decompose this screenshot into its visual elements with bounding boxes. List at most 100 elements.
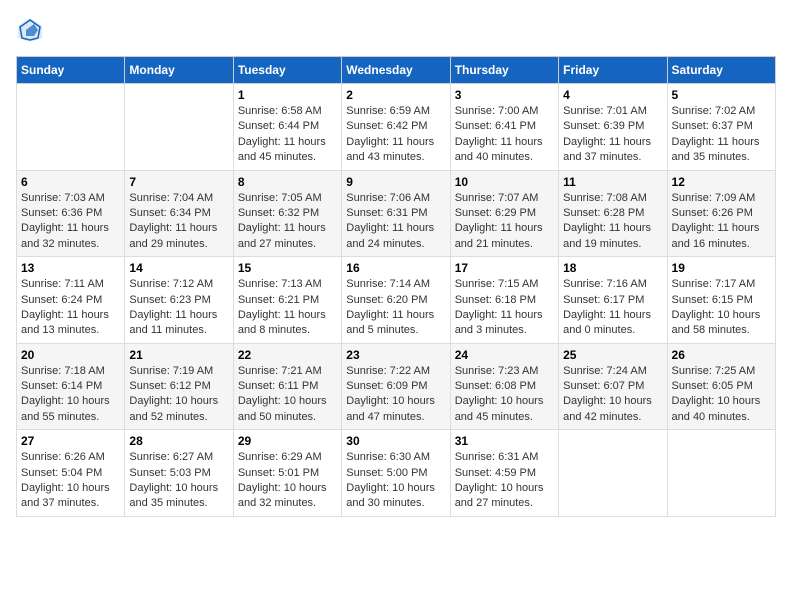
- day-number: 30: [346, 434, 445, 448]
- calendar-cell: 30 Sunrise: 6:30 AM Sunset: 5:00 PM Dayli…: [342, 430, 450, 517]
- weekday-header-tuesday: Tuesday: [233, 57, 341, 84]
- day-number: 9: [346, 175, 445, 189]
- weekday-header-friday: Friday: [559, 57, 667, 84]
- calendar-cell: [17, 84, 125, 171]
- page-header: [16, 16, 776, 44]
- day-number: 11: [563, 175, 662, 189]
- day-info: Sunrise: 7:04 AM Sunset: 6:34 PM Dayligh…: [129, 191, 228, 253]
- day-number: 8: [238, 175, 337, 189]
- day-info: Sunrise: 7:17 AM Sunset: 6:15 PM Dayligh…: [672, 277, 771, 339]
- day-info: Sunrise: 7:18 AM Sunset: 6:14 PM Dayligh…: [21, 364, 120, 426]
- calendar-cell: 21 Sunrise: 7:19 AM Sunset: 6:12 PM Dayli…: [125, 343, 233, 430]
- calendar-cell: [559, 430, 667, 517]
- day-number: 22: [238, 348, 337, 362]
- calendar-cell: [667, 430, 775, 517]
- weekday-header-monday: Monday: [125, 57, 233, 84]
- day-info: Sunrise: 7:21 AM Sunset: 6:11 PM Dayligh…: [238, 364, 337, 426]
- day-number: 14: [129, 261, 228, 275]
- day-info: Sunrise: 6:58 AM Sunset: 6:44 PM Dayligh…: [238, 104, 337, 166]
- day-info: Sunrise: 7:13 AM Sunset: 6:21 PM Dayligh…: [238, 277, 337, 339]
- day-number: 3: [455, 88, 554, 102]
- calendar-week-row: 27 Sunrise: 6:26 AM Sunset: 5:04 PM Dayli…: [17, 430, 776, 517]
- day-number: 31: [455, 434, 554, 448]
- calendar-cell: 23 Sunrise: 7:22 AM Sunset: 6:09 PM Dayli…: [342, 343, 450, 430]
- calendar-cell: 15 Sunrise: 7:13 AM Sunset: 6:21 PM Dayli…: [233, 257, 341, 344]
- day-info: Sunrise: 7:22 AM Sunset: 6:09 PM Dayligh…: [346, 364, 445, 426]
- calendar-cell: 13Sunrise: 7:11 AM Sunset: 6:24 PM Dayli…: [17, 257, 125, 344]
- calendar-cell: 29 Sunrise: 6:29 AM Sunset: 5:01 PM Dayli…: [233, 430, 341, 517]
- calendar-week-row: 13Sunrise: 7:11 AM Sunset: 6:24 PM Dayli…: [17, 257, 776, 344]
- day-info: Sunrise: 7:08 AM Sunset: 6:28 PM Dayligh…: [563, 191, 662, 253]
- day-number: 7: [129, 175, 228, 189]
- logo: [16, 16, 48, 44]
- day-info: Sunrise: 7:15 AM Sunset: 6:18 PM Dayligh…: [455, 277, 554, 339]
- calendar-cell: 6 Sunrise: 7:03 AM Sunset: 6:36 PM Daylig…: [17, 170, 125, 257]
- calendar-cell: 10 Sunrise: 7:07 AM Sunset: 6:29 PM Dayli…: [450, 170, 558, 257]
- day-number: 4: [563, 88, 662, 102]
- weekday-header-thursday: Thursday: [450, 57, 558, 84]
- day-number: 28: [129, 434, 228, 448]
- calendar-cell: 17 Sunrise: 7:15 AM Sunset: 6:18 PM Dayli…: [450, 257, 558, 344]
- day-info: Sunrise: 7:25 AM Sunset: 6:05 PM Dayligh…: [672, 364, 771, 426]
- day-info: Sunrise: 7:14 AM Sunset: 6:20 PM Dayligh…: [346, 277, 445, 339]
- day-info: Sunrise: 6:26 AM Sunset: 5:04 PM Dayligh…: [21, 450, 120, 512]
- calendar-cell: 26 Sunrise: 7:25 AM Sunset: 6:05 PM Dayli…: [667, 343, 775, 430]
- day-number: 26: [672, 348, 771, 362]
- day-info: Sunrise: 7:06 AM Sunset: 6:31 PM Dayligh…: [346, 191, 445, 253]
- calendar-cell: [125, 84, 233, 171]
- calendar-body: 1 Sunrise: 6:58 AM Sunset: 6:44 PM Daylig…: [17, 84, 776, 517]
- weekday-header-sunday: Sunday: [17, 57, 125, 84]
- day-number: 17: [455, 261, 554, 275]
- day-number: 20: [21, 348, 120, 362]
- calendar-week-row: 20 Sunrise: 7:18 AM Sunset: 6:14 PM Dayli…: [17, 343, 776, 430]
- day-number: 1: [238, 88, 337, 102]
- day-number: 15: [238, 261, 337, 275]
- day-info: Sunrise: 7:12 AM Sunset: 6:23 PM Dayligh…: [129, 277, 228, 339]
- day-info: Sunrise: 7:23 AM Sunset: 6:08 PM Dayligh…: [455, 364, 554, 426]
- day-info: Sunrise: 7:01 AM Sunset: 6:39 PM Dayligh…: [563, 104, 662, 166]
- day-info: Sunrise: 6:59 AM Sunset: 6:42 PM Dayligh…: [346, 104, 445, 166]
- day-number: 27: [21, 434, 120, 448]
- day-info: Sunrise: 6:29 AM Sunset: 5:01 PM Dayligh…: [238, 450, 337, 512]
- day-info: Sunrise: 7:09 AM Sunset: 6:26 PM Dayligh…: [672, 191, 771, 253]
- day-info: Sunrise: 7:00 AM Sunset: 6:41 PM Dayligh…: [455, 104, 554, 166]
- calendar-cell: 12 Sunrise: 7:09 AM Sunset: 6:26 PM Dayli…: [667, 170, 775, 257]
- calendar-cell: 27 Sunrise: 6:26 AM Sunset: 5:04 PM Dayli…: [17, 430, 125, 517]
- day-info: Sunrise: 7:07 AM Sunset: 6:29 PM Dayligh…: [455, 191, 554, 253]
- calendar-cell: 3 Sunrise: 7:00 AM Sunset: 6:41 PM Daylig…: [450, 84, 558, 171]
- calendar-week-row: 6 Sunrise: 7:03 AM Sunset: 6:36 PM Daylig…: [17, 170, 776, 257]
- weekday-row: SundayMondayTuesdayWednesdayThursdayFrid…: [17, 57, 776, 84]
- day-number: 21: [129, 348, 228, 362]
- day-info: Sunrise: 7:03 AM Sunset: 6:36 PM Dayligh…: [21, 191, 120, 253]
- calendar-cell: 20 Sunrise: 7:18 AM Sunset: 6:14 PM Dayli…: [17, 343, 125, 430]
- calendar-cell: 4 Sunrise: 7:01 AM Sunset: 6:39 PM Daylig…: [559, 84, 667, 171]
- day-number: 23: [346, 348, 445, 362]
- day-number: 24: [455, 348, 554, 362]
- calendar-cell: 14 Sunrise: 7:12 AM Sunset: 6:23 PM Dayli…: [125, 257, 233, 344]
- day-number: 16: [346, 261, 445, 275]
- logo-icon: [16, 16, 44, 44]
- day-number: 25: [563, 348, 662, 362]
- calendar-header: SundayMondayTuesdayWednesdayThursdayFrid…: [17, 57, 776, 84]
- calendar-cell: 25 Sunrise: 7:24 AM Sunset: 6:07 PM Dayli…: [559, 343, 667, 430]
- calendar-cell: 8 Sunrise: 7:05 AM Sunset: 6:32 PM Daylig…: [233, 170, 341, 257]
- day-number: 12: [672, 175, 771, 189]
- day-number: 10: [455, 175, 554, 189]
- calendar-week-row: 1 Sunrise: 6:58 AM Sunset: 6:44 PM Daylig…: [17, 84, 776, 171]
- day-info: Sunrise: 6:30 AM Sunset: 5:00 PM Dayligh…: [346, 450, 445, 512]
- day-info: Sunrise: 7:05 AM Sunset: 6:32 PM Dayligh…: [238, 191, 337, 253]
- calendar-table: SundayMondayTuesdayWednesdayThursdayFrid…: [16, 56, 776, 517]
- day-info: Sunrise: 7:02 AM Sunset: 6:37 PM Dayligh…: [672, 104, 771, 166]
- day-info: Sunrise: 6:27 AM Sunset: 5:03 PM Dayligh…: [129, 450, 228, 512]
- calendar-cell: 19Sunrise: 7:17 AM Sunset: 6:15 PM Dayli…: [667, 257, 775, 344]
- day-info: Sunrise: 7:19 AM Sunset: 6:12 PM Dayligh…: [129, 364, 228, 426]
- calendar-cell: 2 Sunrise: 6:59 AM Sunset: 6:42 PM Daylig…: [342, 84, 450, 171]
- calendar-cell: 5Sunrise: 7:02 AM Sunset: 6:37 PM Daylig…: [667, 84, 775, 171]
- day-number: 29: [238, 434, 337, 448]
- weekday-header-saturday: Saturday: [667, 57, 775, 84]
- day-number: 6: [21, 175, 120, 189]
- calendar-cell: 22 Sunrise: 7:21 AM Sunset: 6:11 PM Dayli…: [233, 343, 341, 430]
- day-info: Sunrise: 6:31 AM Sunset: 4:59 PM Dayligh…: [455, 450, 554, 512]
- day-number: 2: [346, 88, 445, 102]
- day-info: Sunrise: 7:24 AM Sunset: 6:07 PM Dayligh…: [563, 364, 662, 426]
